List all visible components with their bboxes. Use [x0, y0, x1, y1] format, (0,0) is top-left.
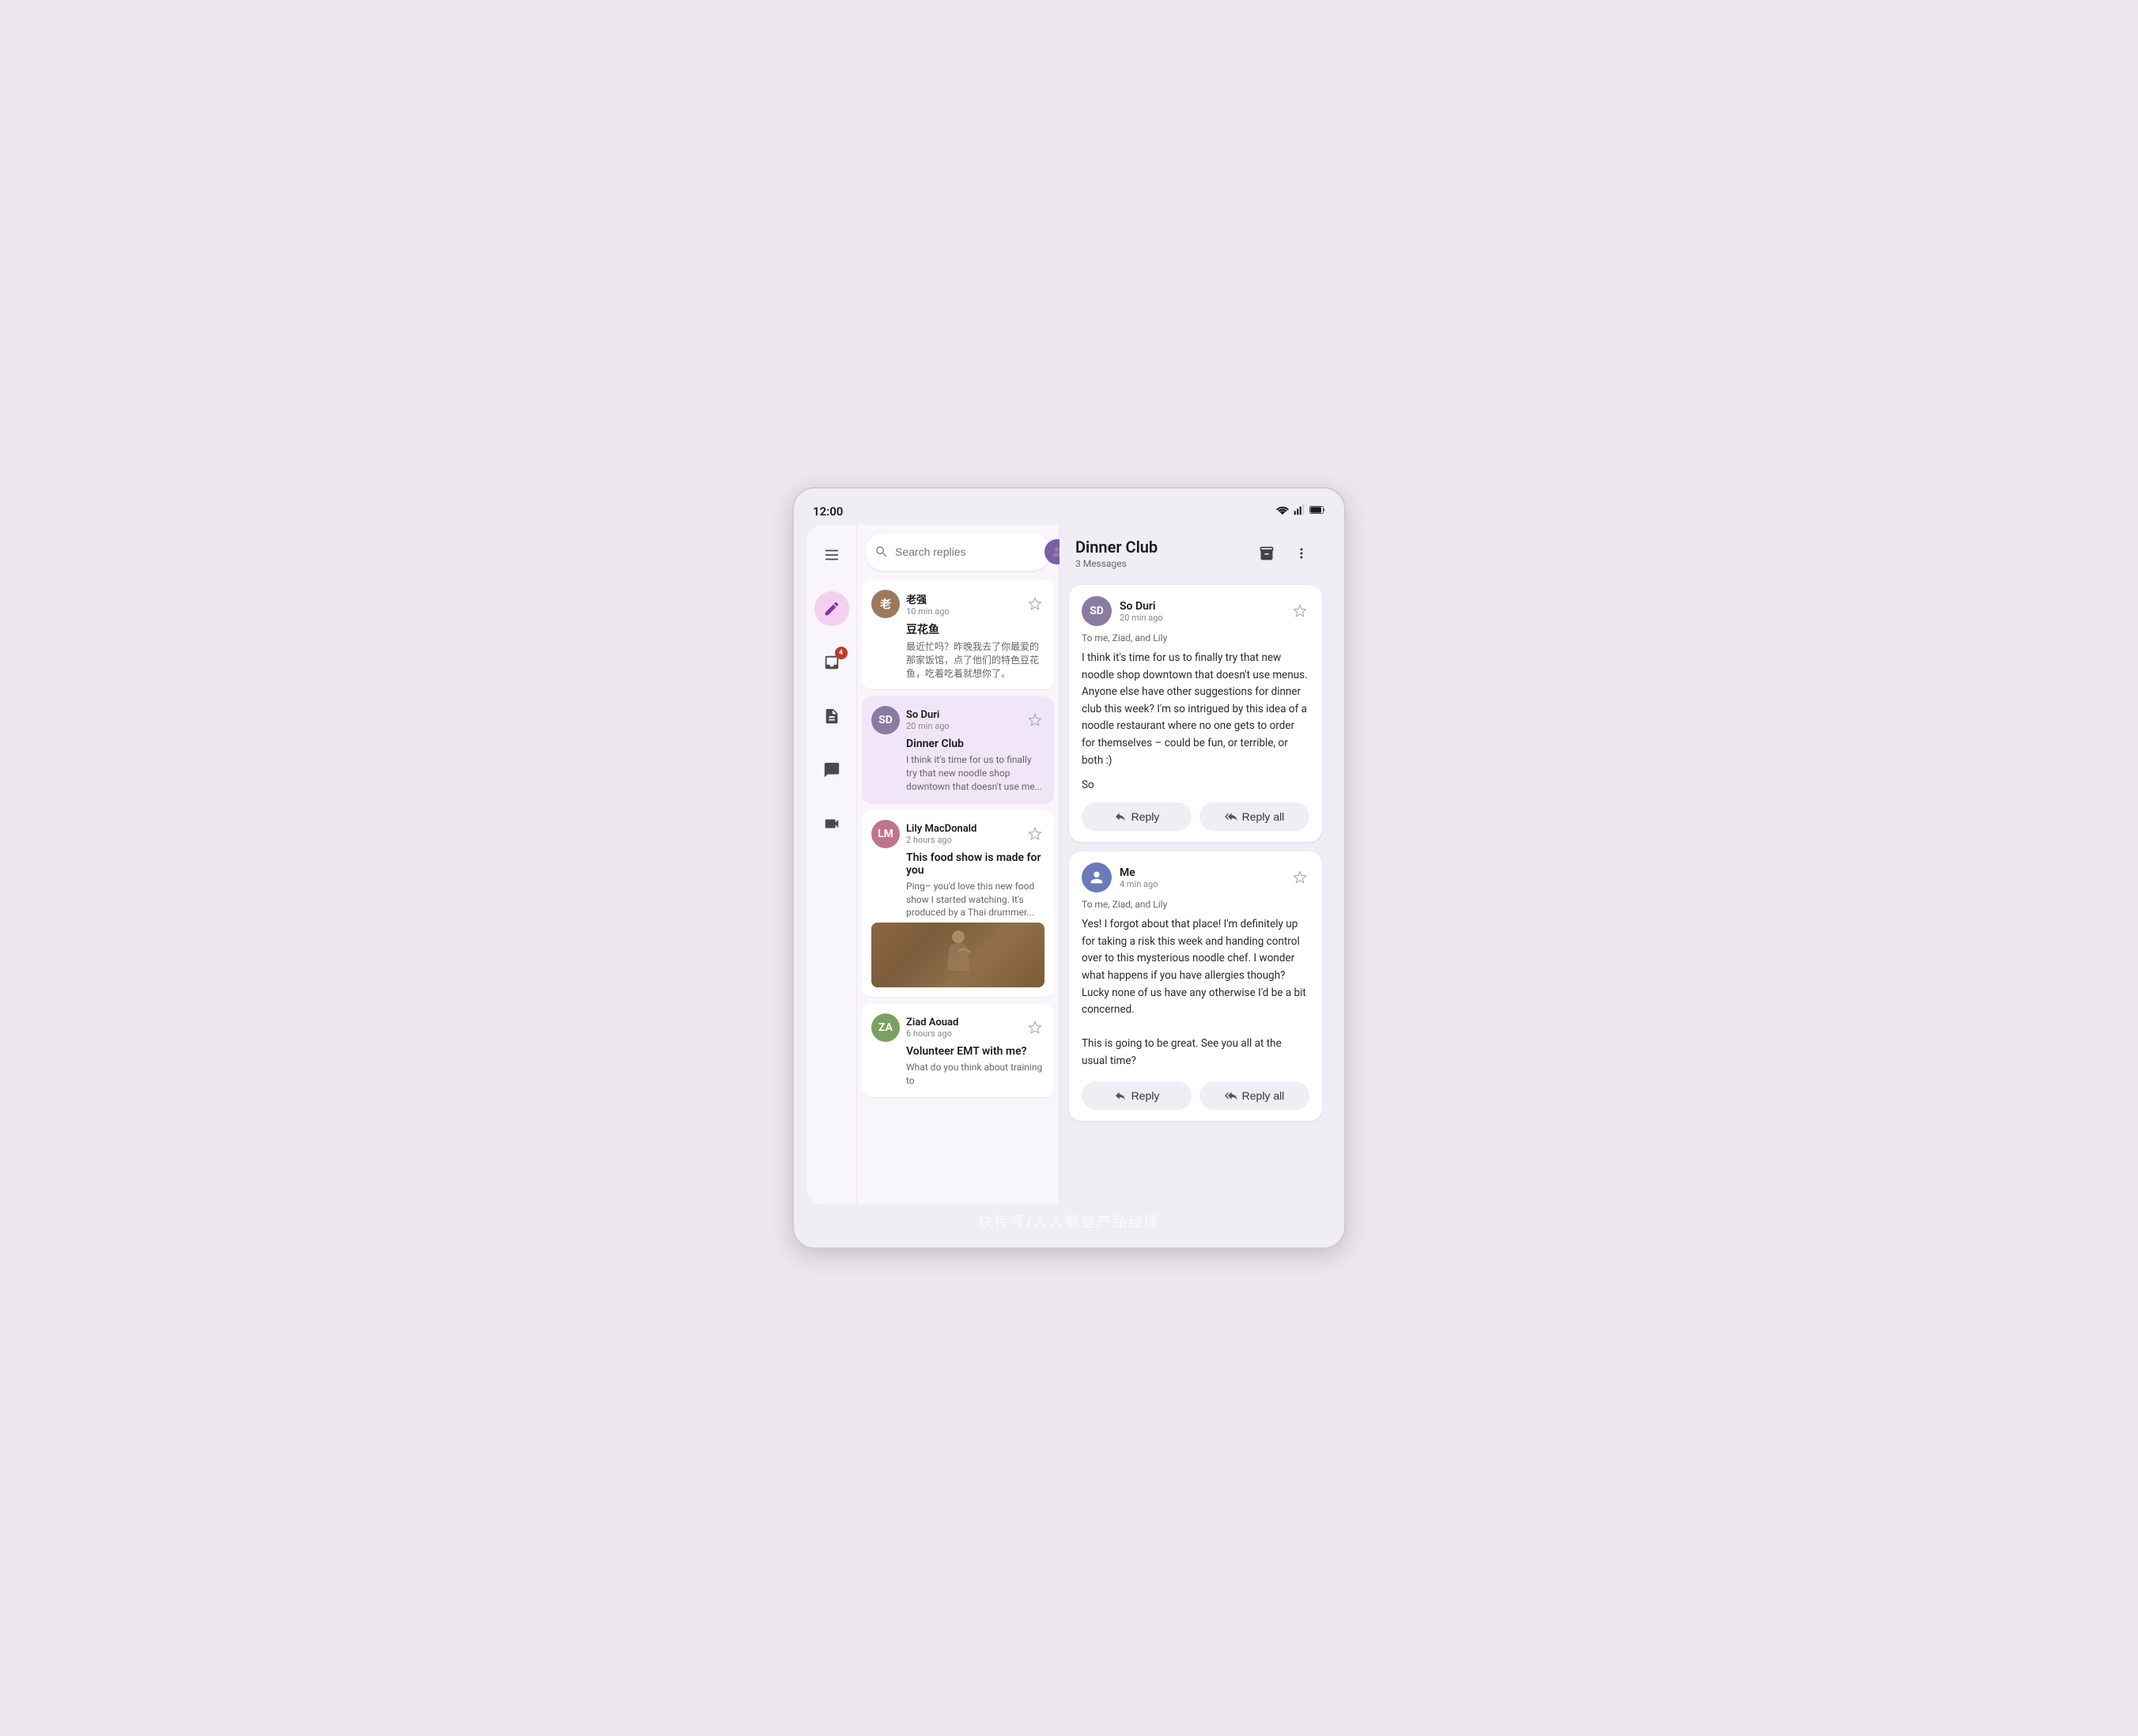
- email-subject: Dinner Club: [906, 738, 1044, 750]
- list-item[interactable]: ZA Ziad Aouad 6 hours ago Volunteer EMT …: [862, 1004, 1054, 1098]
- sidebar-item-documents[interactable]: [814, 699, 849, 734]
- star-button[interactable]: [1026, 1018, 1044, 1037]
- sidebar-item-video[interactable]: [814, 806, 849, 841]
- avatar: [1082, 862, 1112, 893]
- email-time: 2 hours ago: [906, 835, 1019, 845]
- device-frame: 12:00: [792, 487, 1346, 1249]
- email-subject: Volunteer EMT with me?: [906, 1045, 1044, 1058]
- app-container: 4: [806, 525, 1332, 1205]
- email-list: 老 老强 10 min ago 豆花鱼 最近忙吗？昨晚我去了你最爱的那家饭馆，点…: [857, 577, 1059, 1205]
- email-time: 20 min ago: [906, 721, 1019, 731]
- star-button[interactable]: [1026, 825, 1044, 843]
- email-meta: Lily MacDonald 2 hours ago: [906, 823, 1019, 845]
- detail-count: 3 Messages: [1075, 558, 1158, 569]
- email-meta: 老强 10 min ago: [906, 591, 1019, 617]
- wifi-icon: [1276, 504, 1289, 519]
- sidebar: 4: [806, 525, 857, 1205]
- avatar: SD: [871, 706, 900, 734]
- sidebar-item-compose[interactable]: [814, 591, 849, 626]
- message-actions: Reply Reply all: [1082, 1081, 1309, 1110]
- watermark: 快传号/人人都是产品经理: [806, 1205, 1332, 1235]
- status-icons: [1276, 504, 1325, 519]
- detail-header: Dinner Club 3 Messages: [1060, 525, 1332, 579]
- reply-all-button[interactable]: Reply all: [1199, 802, 1309, 831]
- msg-sender: So Duri: [1120, 600, 1282, 613]
- star-button[interactable]: [1290, 868, 1309, 887]
- avatar: ZA: [871, 1013, 900, 1042]
- avatar: SD: [1082, 596, 1112, 626]
- message-actions: Reply Reply all: [1082, 802, 1309, 831]
- email-sender: So Duri: [906, 709, 1019, 721]
- list-item[interactable]: 老 老强 10 min ago 豆花鱼 最近忙吗？昨晚我去了你最爱的那家饭馆，点…: [862, 580, 1054, 690]
- detail-actions: [1252, 539, 1316, 568]
- search-icon: [874, 545, 889, 559]
- search-bar[interactable]: [865, 533, 1051, 571]
- list-item[interactable]: LM Lily MacDonald 2 hours ago This food …: [862, 810, 1054, 998]
- battery-icon: [1309, 505, 1325, 518]
- msg-recipients: To me, Ziad, and Lily: [1082, 899, 1309, 910]
- msg-sign: So: [1082, 779, 1309, 791]
- msg-body: I think it's time for us to finally try …: [1082, 650, 1309, 769]
- search-input[interactable]: [895, 545, 1038, 558]
- msg-meta: So Duri 20 min ago: [1120, 600, 1282, 623]
- msg-recipients: To me, Ziad, and Lily: [1082, 632, 1309, 643]
- email-preview: What do you think about training to: [906, 1061, 1044, 1088]
- msg-meta: Me 4 min ago: [1120, 866, 1282, 889]
- email-meta: So Duri 20 min ago: [906, 709, 1019, 731]
- reply-label: Reply: [1131, 1089, 1160, 1102]
- avatar: LM: [871, 820, 900, 848]
- sidebar-item-inbox[interactable]: 4: [814, 645, 849, 680]
- email-meta: Ziad Aouad 6 hours ago: [906, 1017, 1019, 1039]
- inbox-badge: 4: [835, 647, 848, 659]
- email-sender: Lily MacDonald: [906, 823, 1019, 835]
- more-options-button[interactable]: [1287, 539, 1316, 568]
- email-preview: I think it's time for us to finally try …: [906, 753, 1044, 793]
- email-sender: 老强: [906, 591, 1019, 606]
- reply-button[interactable]: Reply: [1082, 802, 1192, 831]
- reply-label: Reply: [1131, 810, 1160, 823]
- star-button[interactable]: [1026, 711, 1044, 730]
- reply-all-label: Reply all: [1242, 810, 1285, 823]
- email-subject: This food show is made for you: [906, 851, 1044, 877]
- detail-title: Dinner Club: [1075, 538, 1158, 557]
- message-header: SD So Duri 20 min ago: [1082, 596, 1309, 626]
- message-header: Me 4 min ago: [1082, 862, 1309, 893]
- messages-list: SD So Duri 20 min ago To me, Ziad, and L…: [1060, 579, 1332, 1205]
- sidebar-item-chat[interactable]: [814, 753, 849, 787]
- msg-body: Yes! I forgot about that place! I'm defi…: [1082, 916, 1309, 1070]
- star-button[interactable]: [1290, 602, 1309, 621]
- email-sender: Ziad Aouad: [906, 1017, 1019, 1028]
- list-item[interactable]: SD So Duri 20 min ago Dinner Club I thin…: [862, 696, 1054, 803]
- sidebar-item-menu[interactable]: [814, 538, 849, 572]
- reply-all-button[interactable]: Reply all: [1199, 1081, 1309, 1110]
- message-card: SD So Duri 20 min ago To me, Ziad, and L…: [1069, 585, 1322, 842]
- email-time: 10 min ago: [906, 606, 1019, 617]
- list-panel: 老 老强 10 min ago 豆花鱼 最近忙吗？昨晚我去了你最爱的那家饭馆，点…: [857, 525, 1060, 1205]
- archive-button[interactable]: [1252, 539, 1281, 568]
- signal-icon: [1294, 504, 1305, 519]
- msg-time: 4 min ago: [1120, 879, 1282, 889]
- msg-time: 20 min ago: [1120, 613, 1282, 623]
- reply-button[interactable]: Reply: [1082, 1081, 1192, 1110]
- detail-panel: Dinner Club 3 Messages SD: [1060, 525, 1332, 1205]
- status-bar: 12:00: [806, 501, 1332, 525]
- avatar: 老: [871, 590, 900, 618]
- email-time: 6 hours ago: [906, 1028, 1019, 1039]
- message-card: Me 4 min ago To me, Ziad, and Lily Yes! …: [1069, 851, 1322, 1120]
- status-time: 12:00: [813, 504, 843, 519]
- email-image: [871, 923, 1044, 987]
- email-subject: 豆花鱼: [906, 621, 1044, 637]
- msg-sender: Me: [1120, 866, 1282, 879]
- star-button[interactable]: [1026, 594, 1044, 613]
- email-preview: Ping– you'd love this new food show I st…: [906, 880, 1044, 919]
- reply-all-label: Reply all: [1242, 1089, 1285, 1102]
- email-preview: 最近忙吗？昨晚我去了你最爱的那家饭馆，点了他们的特色豆花鱼，吃着吃着就想你了。: [906, 640, 1044, 680]
